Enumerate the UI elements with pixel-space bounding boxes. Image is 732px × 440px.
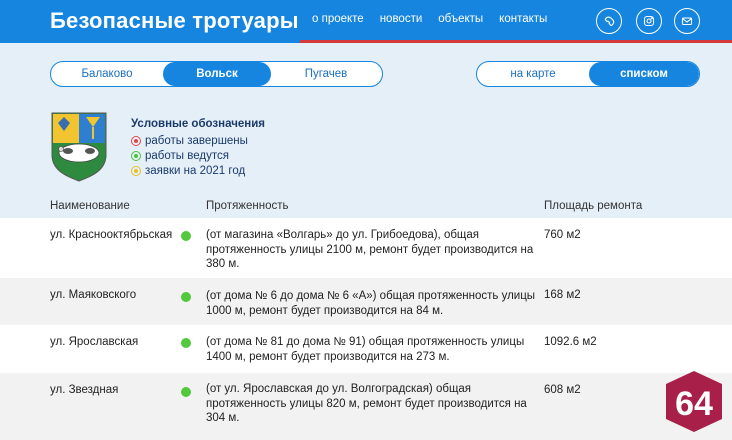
city-option-pugachev[interactable]: Пугачев [271,62,381,86]
legend-label-completed: работы завершены [145,134,248,147]
legend-item-in-progress: работы ведутся [131,148,265,163]
table-row[interactable]: ул. Краснооктябрьская (от магазина «Волг… [0,218,732,278]
column-header-name: Наименование [50,200,130,212]
street-name: ул. Ярославская [50,336,139,348]
city-switcher: Балаково Вольск Пугачев [50,61,383,87]
main-nav: о проекте новости объекты контакты [312,13,547,25]
status-in-progress-icon [181,292,191,302]
status-planned-icon [131,165,141,176]
site-title[interactable]: Безопасные тротуары [50,8,299,34]
legend-title: Условные обозначения [131,118,266,130]
nav-contacts[interactable]: контакты [499,13,547,25]
mail-icon[interactable] [674,8,700,34]
status-in-progress-icon [181,387,191,397]
street-name: ул. Краснооктябрьская [50,229,173,241]
view-list-option[interactable]: списком [589,62,699,86]
street-length: (от ул. Ярославская до ул. Волгоградская… [206,383,527,424]
status-in-progress-icon [131,150,141,161]
table-row[interactable]: ул. Маяковского (от дома № 6 до дома № 6… [0,278,732,325]
repair-area: 1092.6 м2 [544,336,597,348]
street-length: (от дома № 6 до дома № 6 «А») общая прот… [206,290,536,317]
nav-objects[interactable]: объекты [438,13,483,25]
street-length: (от дома № 81 до дома № 91) общая протяж… [206,336,525,363]
status-in-progress-icon [181,338,191,348]
status-completed-icon [131,135,141,146]
legend-item-planned: заявки на 2021 год [131,163,265,178]
legend-item-completed: работы завершены [131,133,265,148]
phone-icon[interactable] [596,8,622,34]
table-header: Наименование Протяженность Площадь ремон… [0,198,732,218]
repair-area: 168 м2 [544,289,581,301]
column-header-length: Протяженность [206,200,289,212]
street-length: (от магазина «Волгарь» до ул. Грибоедова… [206,229,534,270]
region-badge-text: 64 [675,385,713,423]
status-in-progress-icon [181,231,191,241]
view-map-option[interactable]: на карте [477,62,589,86]
region-64-logo: 64 [666,371,722,432]
volsk-coat-of-arms [51,112,107,182]
city-option-balakovo[interactable]: Балаково [51,62,163,86]
column-header-area: Площадь ремонта [544,200,643,212]
street-name: ул. Маяковского [50,289,137,301]
header-accent-line [300,40,732,43]
table-row[interactable]: ул. Ярославская (от дома № 81 до дома № … [0,325,732,373]
street-name: ул. Звездная [50,384,119,396]
repair-area: 760 м2 [544,229,581,241]
instagram-icon[interactable] [636,8,662,34]
table-row[interactable]: ул. Звездная (от ул. Ярославская до ул. … [0,373,732,440]
legend-label-in-progress: работы ведутся [145,149,229,162]
nav-about[interactable]: о проекте [312,13,364,25]
nav-news[interactable]: новости [380,13,423,25]
view-mode-switcher: на карте списком [476,61,700,87]
city-option-volsk[interactable]: Вольск [163,62,271,86]
legend: Условные обозначения работы завершены ра… [131,118,265,178]
legend-label-planned: заявки на 2021 год [145,164,246,177]
repair-area: 608 м2 [544,384,581,396]
